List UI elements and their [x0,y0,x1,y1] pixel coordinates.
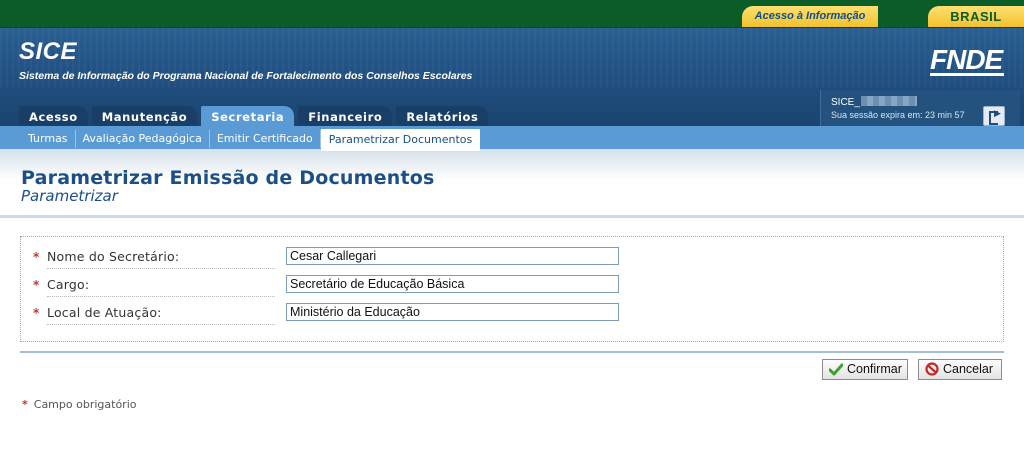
cancel-button-label: Cancelar [943,362,994,376]
tab-manutencao[interactable]: Manutenção [91,106,198,128]
main-navigation: Acesso Manutenção Secretaria Financeiro … [19,106,492,128]
required-marker: * [33,278,40,292]
logout-icon[interactable] [983,106,1005,126]
cancel-button[interactable]: Cancelar [918,359,1002,380]
required-marker: * [33,250,40,264]
tab-acesso[interactable]: Acesso [19,106,88,128]
label-leader [47,268,275,269]
app-header: SICE Sistema de Informação do Programa N… [0,28,1024,130]
session-panel: SICE_ Sua sessão expira em: 23 min 57 [820,90,1020,130]
required-legend: * Campo obrigatório [22,398,136,411]
form-row-secretary-name: * Nome do Secretário: [33,249,275,269]
position-label: Cargo: [47,277,90,292]
access-information-link[interactable]: Acesso à Informação [742,6,878,27]
form-row-workplace: * Local de Atuação: [33,305,275,325]
label-leader [47,324,275,325]
government-bar: Acesso à Informação BRASIL [0,0,1024,28]
check-icon [829,363,843,376]
session-expiry: Sua sessão expira em: 23 min 57 [831,110,965,120]
secretary-name-field[interactable] [286,247,619,265]
sub-navigation: Turmas Avaliação Pedagógica Emitir Certi… [0,126,1024,152]
session-user: SICE_ [831,96,917,108]
confirm-button[interactable]: Confirmar [822,359,908,380]
subtab-parametrizar-documentos[interactable]: Parametrizar Documentos [320,129,481,151]
workplace-label: Local de Atuação: [47,305,162,320]
required-marker: * [22,398,28,411]
tab-financeiro[interactable]: Financeiro [298,106,393,128]
required-note: Campo obrigatório [33,398,137,411]
parameters-form: * Nome do Secretário: * Cargo: * Local d… [20,236,1004,342]
brasil-logo[interactable]: BRASIL [928,6,1024,27]
form-row-position: * Cargo: [33,277,275,297]
redacted-username [860,96,917,106]
page-subtitle: Parametrizar [21,187,118,205]
page-title: Parametrizar Emissão de Documentos [21,167,435,189]
label-leader [47,296,275,297]
subtab-avaliacao-pedagogica[interactable]: Avaliação Pedagógica [76,130,210,148]
page-header: Parametrizar Emissão de Documentos Param… [0,152,1024,218]
app-subtitle: Sistema de Informação do Programa Nacion… [19,70,473,82]
cancel-icon [925,362,939,376]
tab-secretaria[interactable]: Secretaria [201,106,295,128]
subtab-turmas[interactable]: Turmas [21,130,76,148]
tab-relatorios[interactable]: Relatórios [396,106,489,128]
position-field[interactable] [286,275,619,293]
form-divider [20,351,1004,353]
workplace-field[interactable] [286,303,619,321]
secretary-name-label: Nome do Secretário: [47,249,180,264]
app-title: SICE [19,38,78,65]
required-marker: * [33,306,40,320]
session-user-prefix: SICE_ [831,97,860,108]
confirm-button-label: Confirmar [847,362,902,376]
subtab-emitir-certificado[interactable]: Emitir Certificado [210,130,321,148]
fnde-logo: FNDE [930,44,1004,76]
